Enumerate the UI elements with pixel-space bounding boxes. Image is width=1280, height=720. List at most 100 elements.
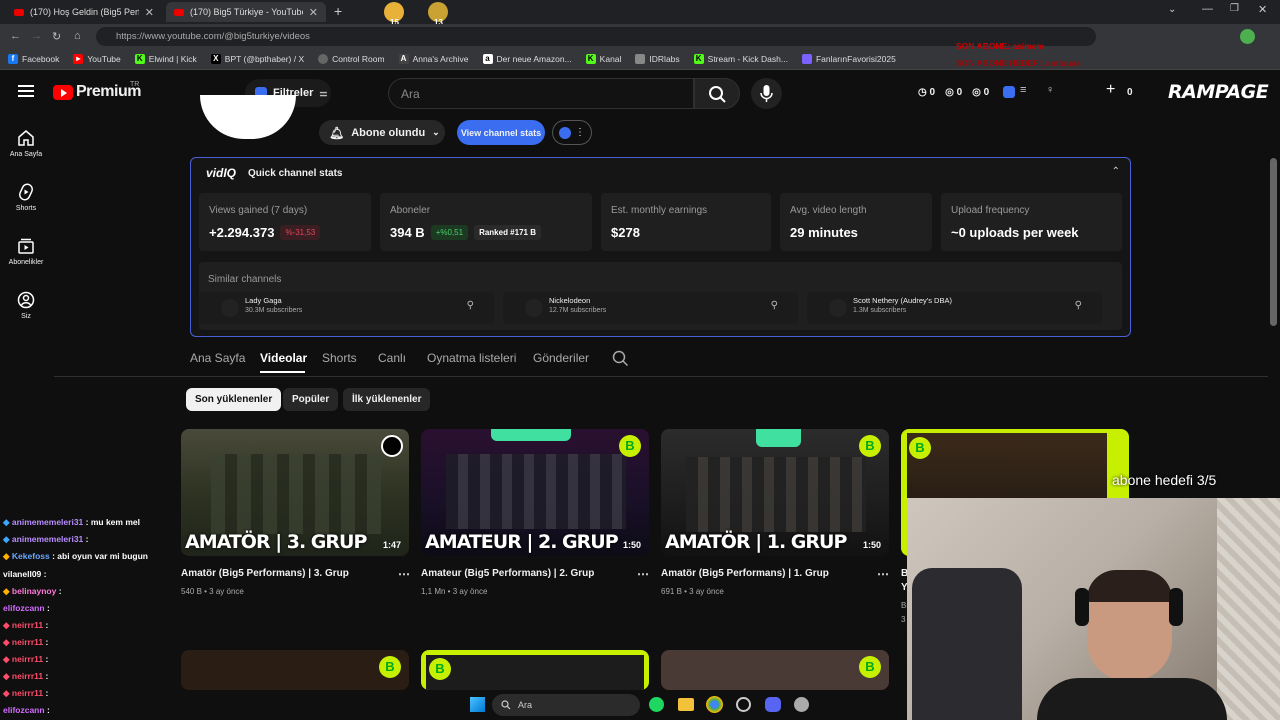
headphone-right	[1169, 588, 1183, 626]
badge-icon: ◆	[3, 671, 10, 681]
bookmark-control-room[interactable]: Control Room	[318, 54, 385, 64]
search-input[interactable]: Ara	[388, 78, 694, 109]
video-more-icon[interactable]: ⋯	[398, 567, 410, 581]
video-meta: 1,1 Mn • 3 ay önce	[421, 587, 488, 596]
video-thumbnail[interactable]: B	[661, 650, 889, 690]
view-channel-stats-button[interactable]: View channel stats	[457, 120, 545, 145]
country-code: TR	[130, 81, 140, 88]
spotify-icon[interactable]	[649, 697, 664, 712]
chip-popular[interactable]: Popüler	[283, 388, 339, 411]
similar-channel-item[interactable]: Scott Nethery (Audrey's DBA) 1.3M subscr…	[807, 292, 1102, 324]
tab-1-close-icon[interactable]: ✕	[145, 6, 154, 19]
back-icon[interactable]: ←	[10, 30, 21, 42]
app-icon[interactable]	[736, 697, 751, 712]
more-vert-icon: ⋮	[575, 127, 585, 138]
bookmark-stream-kick[interactable]: K Stream - Kick Dash...	[693, 54, 788, 64]
windows-taskbar: Ara	[440, 690, 820, 720]
vidiq-menu-button[interactable]: ⋮	[552, 120, 592, 145]
chip-oldest[interactable]: İlk yüklenenler	[343, 388, 431, 411]
channel-avatar[interactable]	[200, 95, 296, 139]
taskbar-search-input[interactable]: Ara	[492, 694, 640, 716]
video-thumbnail[interactable]: B AMATÖR | 1. GRUP 1:50	[661, 429, 889, 556]
tab-2[interactable]: (170) Big5 Türkiye - YouTube ✕	[166, 2, 326, 22]
discord-icon[interactable]	[765, 697, 781, 712]
page-scrollbar-thumb[interactable]	[1270, 158, 1277, 326]
channel-search-icon[interactable]	[612, 350, 629, 367]
video-thumbnail[interactable]: B	[421, 650, 649, 690]
vidiq-counters: ◷ 0 ◎ 0 ◎ 0	[918, 87, 989, 98]
reload-icon[interactable]: ↻	[52, 30, 61, 43]
bookmark-kanal[interactable]: K Kanal	[585, 54, 621, 64]
list-icon[interactable]: ≡	[1020, 84, 1026, 96]
bookmark-facebook[interactable]: f Facebook	[8, 54, 59, 64]
channel-avatar	[829, 299, 847, 317]
add-person-icon[interactable]: ⚲	[467, 300, 474, 311]
close-window-icon[interactable]: ✕	[1258, 3, 1267, 16]
video-thumbnail[interactable]: AMATÖR | 3. GRUP 1:47	[181, 429, 409, 556]
page-icon	[635, 54, 646, 64]
chrome-icon[interactable]	[706, 696, 723, 713]
bookmark-amazon[interactable]: a Der neue Amazon...	[482, 54, 572, 64]
collapse-chevron-icon[interactable]: ⌃	[1112, 166, 1120, 177]
sidebar-item-you[interactable]: Siz	[0, 291, 52, 320]
badge-icon: ◆	[3, 637, 10, 647]
tab-search-icon[interactable]: ⌄	[1168, 4, 1176, 15]
voice-search-button[interactable]	[751, 78, 782, 109]
tab-home[interactable]: Ana Sayfa	[190, 351, 245, 365]
profile-avatar[interactable]	[1240, 29, 1255, 44]
chevron-down-icon: ⌄	[432, 127, 440, 137]
youtube-favicon-icon	[174, 8, 184, 16]
channel-avatar	[525, 299, 543, 317]
tab-posts[interactable]: Gönderiler	[533, 351, 589, 365]
tab-playlists[interactable]: Oynatma listeleri	[427, 351, 516, 365]
add-person-icon[interactable]: ⚲	[1075, 300, 1082, 311]
bookmark-idrlabs[interactable]: IDRlabs	[635, 54, 680, 64]
webcam-feed	[907, 498, 1280, 720]
youtube-logo-icon[interactable]	[53, 85, 73, 100]
sidebar-item-subscriptions[interactable]: Abonelikler	[0, 237, 52, 266]
add-person-icon[interactable]: ⚲	[771, 300, 778, 311]
maximize-icon[interactable]: ❐	[1230, 3, 1239, 14]
forward-icon[interactable]: →	[31, 30, 42, 42]
video-thumbnail[interactable]: B AMATEUR | 2. GRUP 1:50	[421, 429, 649, 556]
video-title[interactable]: Amatör (Big5 Performans) | 1. Grup	[661, 568, 829, 579]
watch-later-icon[interactable]	[381, 435, 403, 457]
video-more-icon[interactable]: ⋯	[877, 567, 889, 581]
file-explorer-icon[interactable]	[678, 698, 694, 711]
sidebar-item-home[interactable]: Ana Sayfa	[0, 129, 52, 158]
url-input[interactable]: https://www.youtube.com/@big5turkiye/vid…	[96, 27, 1096, 46]
tab-live[interactable]: Canlı	[378, 351, 406, 365]
new-tab-button[interactable]: +	[334, 3, 342, 19]
bookmark-x[interactable]: X BPT (@bpthaber) / X	[210, 54, 304, 64]
similar-channel-item[interactable]: Lady Gaga 30.3M subscribers ⚲	[199, 292, 494, 324]
create-icon[interactable]: +	[1106, 81, 1115, 99]
video-title[interactable]: Amateur (Big5 Performans) | 2. Grup	[421, 568, 594, 579]
video-duration: 1:50	[622, 540, 641, 550]
tab-2-close-icon[interactable]: ✕	[309, 6, 318, 19]
menu-icon[interactable]	[18, 85, 34, 87]
tab-shorts[interactable]: Shorts	[322, 351, 357, 365]
account-icon	[17, 291, 35, 309]
tab-1[interactable]: (170) Hoş Geldin (Big5 Performa ✕	[6, 2, 162, 22]
vidiq-toolbar-icon[interactable]	[1003, 86, 1015, 98]
subscribed-button[interactable]: 🔔︎ Abone olundu ⌄	[319, 120, 445, 145]
windows-start-icon[interactable]	[470, 697, 485, 712]
bookmark-kick[interactable]: K Elwind | Kick	[134, 54, 197, 64]
thumbnail-logo-shape	[756, 429, 801, 447]
url-text: https://www.youtube.com/@big5turkiye/vid…	[116, 31, 310, 42]
minimize-icon[interactable]: —	[1202, 3, 1213, 15]
video-thumbnail[interactable]: B	[181, 650, 409, 690]
tab-videos[interactable]: Videolar	[260, 351, 307, 365]
bookmark-annas-archive[interactable]: A Anna's Archive	[398, 54, 469, 64]
video-more-icon[interactable]: ⋯	[637, 567, 649, 581]
award-icon[interactable]: ♀	[1046, 84, 1054, 96]
home-browser-icon[interactable]: ⌂	[74, 30, 81, 42]
bookmark-fanlarin-favorisi[interactable]: FanlarınFavorisi2025	[801, 54, 896, 64]
settings-gear-icon[interactable]	[794, 697, 809, 712]
bookmark-youtube[interactable]: ▸ YouTube	[73, 54, 121, 64]
similar-channel-item[interactable]: Nickelodeon 12.7M subscribers ⚲	[503, 292, 798, 324]
sidebar-item-shorts[interactable]: Shorts	[0, 183, 52, 212]
search-button[interactable]	[694, 78, 740, 109]
chip-latest[interactable]: Son yüklenenler	[186, 388, 282, 411]
video-title[interactable]: Amatör (Big5 Performans) | 3. Grup	[181, 568, 349, 579]
